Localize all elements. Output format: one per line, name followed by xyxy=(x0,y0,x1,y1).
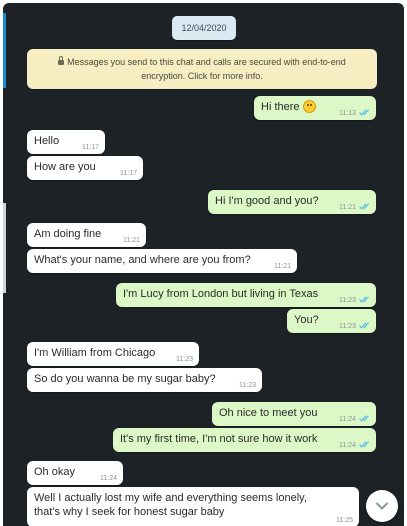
encryption-notice-text: Messages you send to this chat and calls… xyxy=(67,57,346,81)
message-text: Oh nice to meet you xyxy=(219,407,318,419)
message-time: 11:13 xyxy=(339,110,356,117)
message-text: Hi there xyxy=(261,101,300,113)
message-text: Oh okay xyxy=(34,466,75,478)
message-time: 11:24 xyxy=(339,442,356,449)
message-time: 11:21 xyxy=(339,204,356,211)
smiley-emoji xyxy=(302,100,316,113)
incoming-message[interactable]: So do you wanna be my sugar baby? 11:23 xyxy=(27,368,262,392)
double-check-icon xyxy=(359,441,369,448)
message-time: 11:23 xyxy=(239,382,256,389)
double-check-icon xyxy=(359,203,369,210)
message-text: I'm Lucy from London but living in Texas xyxy=(123,288,319,300)
message-time: 11:17 xyxy=(82,144,99,151)
double-check-icon xyxy=(359,415,369,422)
message-text: Am doing fine xyxy=(34,228,102,240)
window-edge xyxy=(3,13,6,88)
incoming-message[interactable]: I'm William from Chicago 11:23 xyxy=(27,342,199,366)
outgoing-message[interactable]: You? 11:23 xyxy=(287,309,376,333)
message-text: So do you wanna be my sugar baby? xyxy=(34,373,216,385)
message-time: 11:23 xyxy=(339,297,356,304)
outgoing-message[interactable]: I'm Lucy from London but living in Texas… xyxy=(116,283,376,307)
chevron-down-icon xyxy=(375,502,389,510)
outgoing-message[interactable]: Hi I'm good and you? 11:21 xyxy=(208,190,376,214)
encryption-notice[interactable]: Messages you send to this chat and calls… xyxy=(27,49,377,89)
message-text: It's my first time, I'm not sure how it … xyxy=(120,433,318,445)
message-time: 11:23 xyxy=(339,323,356,330)
message-time: 11:17 xyxy=(120,170,137,177)
outgoing-message[interactable]: Oh nice to meet you 11:24 xyxy=(212,402,376,426)
incoming-message[interactable]: Hello 11:17 xyxy=(27,130,105,154)
incoming-message[interactable]: How are you 11:17 xyxy=(27,156,143,180)
message-text: I'm William from Chicago xyxy=(34,347,156,359)
double-check-icon xyxy=(359,322,369,329)
message-text: You? xyxy=(294,314,319,326)
outgoing-message[interactable]: Hi there 11:13 xyxy=(254,96,376,120)
message-time: 11:21 xyxy=(123,237,140,244)
message-text: Well I actually lost my wife and everyth… xyxy=(34,492,307,518)
incoming-message[interactable]: What's your name, and where are you from… xyxy=(27,249,297,273)
double-check-icon xyxy=(359,296,369,303)
outgoing-message[interactable]: It's my first time, I'm not sure how it … xyxy=(113,428,376,452)
incoming-message[interactable]: Am doing fine 11:21 xyxy=(27,223,146,247)
message-text: What's your name, and where are you from… xyxy=(34,254,251,266)
message-text: Hi I'm good and you? xyxy=(215,195,319,207)
message-time: 11:24 xyxy=(339,416,356,423)
chat-window: 12/04/2020 Messages you send to this cha… xyxy=(3,3,404,526)
lock-icon xyxy=(58,56,65,65)
incoming-message[interactable]: Oh okay 11:24 xyxy=(27,461,123,485)
message-time: 11:25 xyxy=(336,517,353,524)
incoming-message[interactable]: Well I actually lost my wife and everyth… xyxy=(27,487,359,526)
date-divider: 12/04/2020 xyxy=(172,16,236,40)
message-text: Hello xyxy=(34,135,60,147)
message-time: 11:21 xyxy=(274,263,291,270)
window-edge xyxy=(3,203,6,293)
scroll-to-bottom-button[interactable] xyxy=(366,490,398,522)
message-text: How are you xyxy=(34,161,96,173)
message-time: 11:24 xyxy=(100,475,117,482)
message-time: 11:23 xyxy=(176,356,193,363)
double-check-icon xyxy=(359,109,369,116)
